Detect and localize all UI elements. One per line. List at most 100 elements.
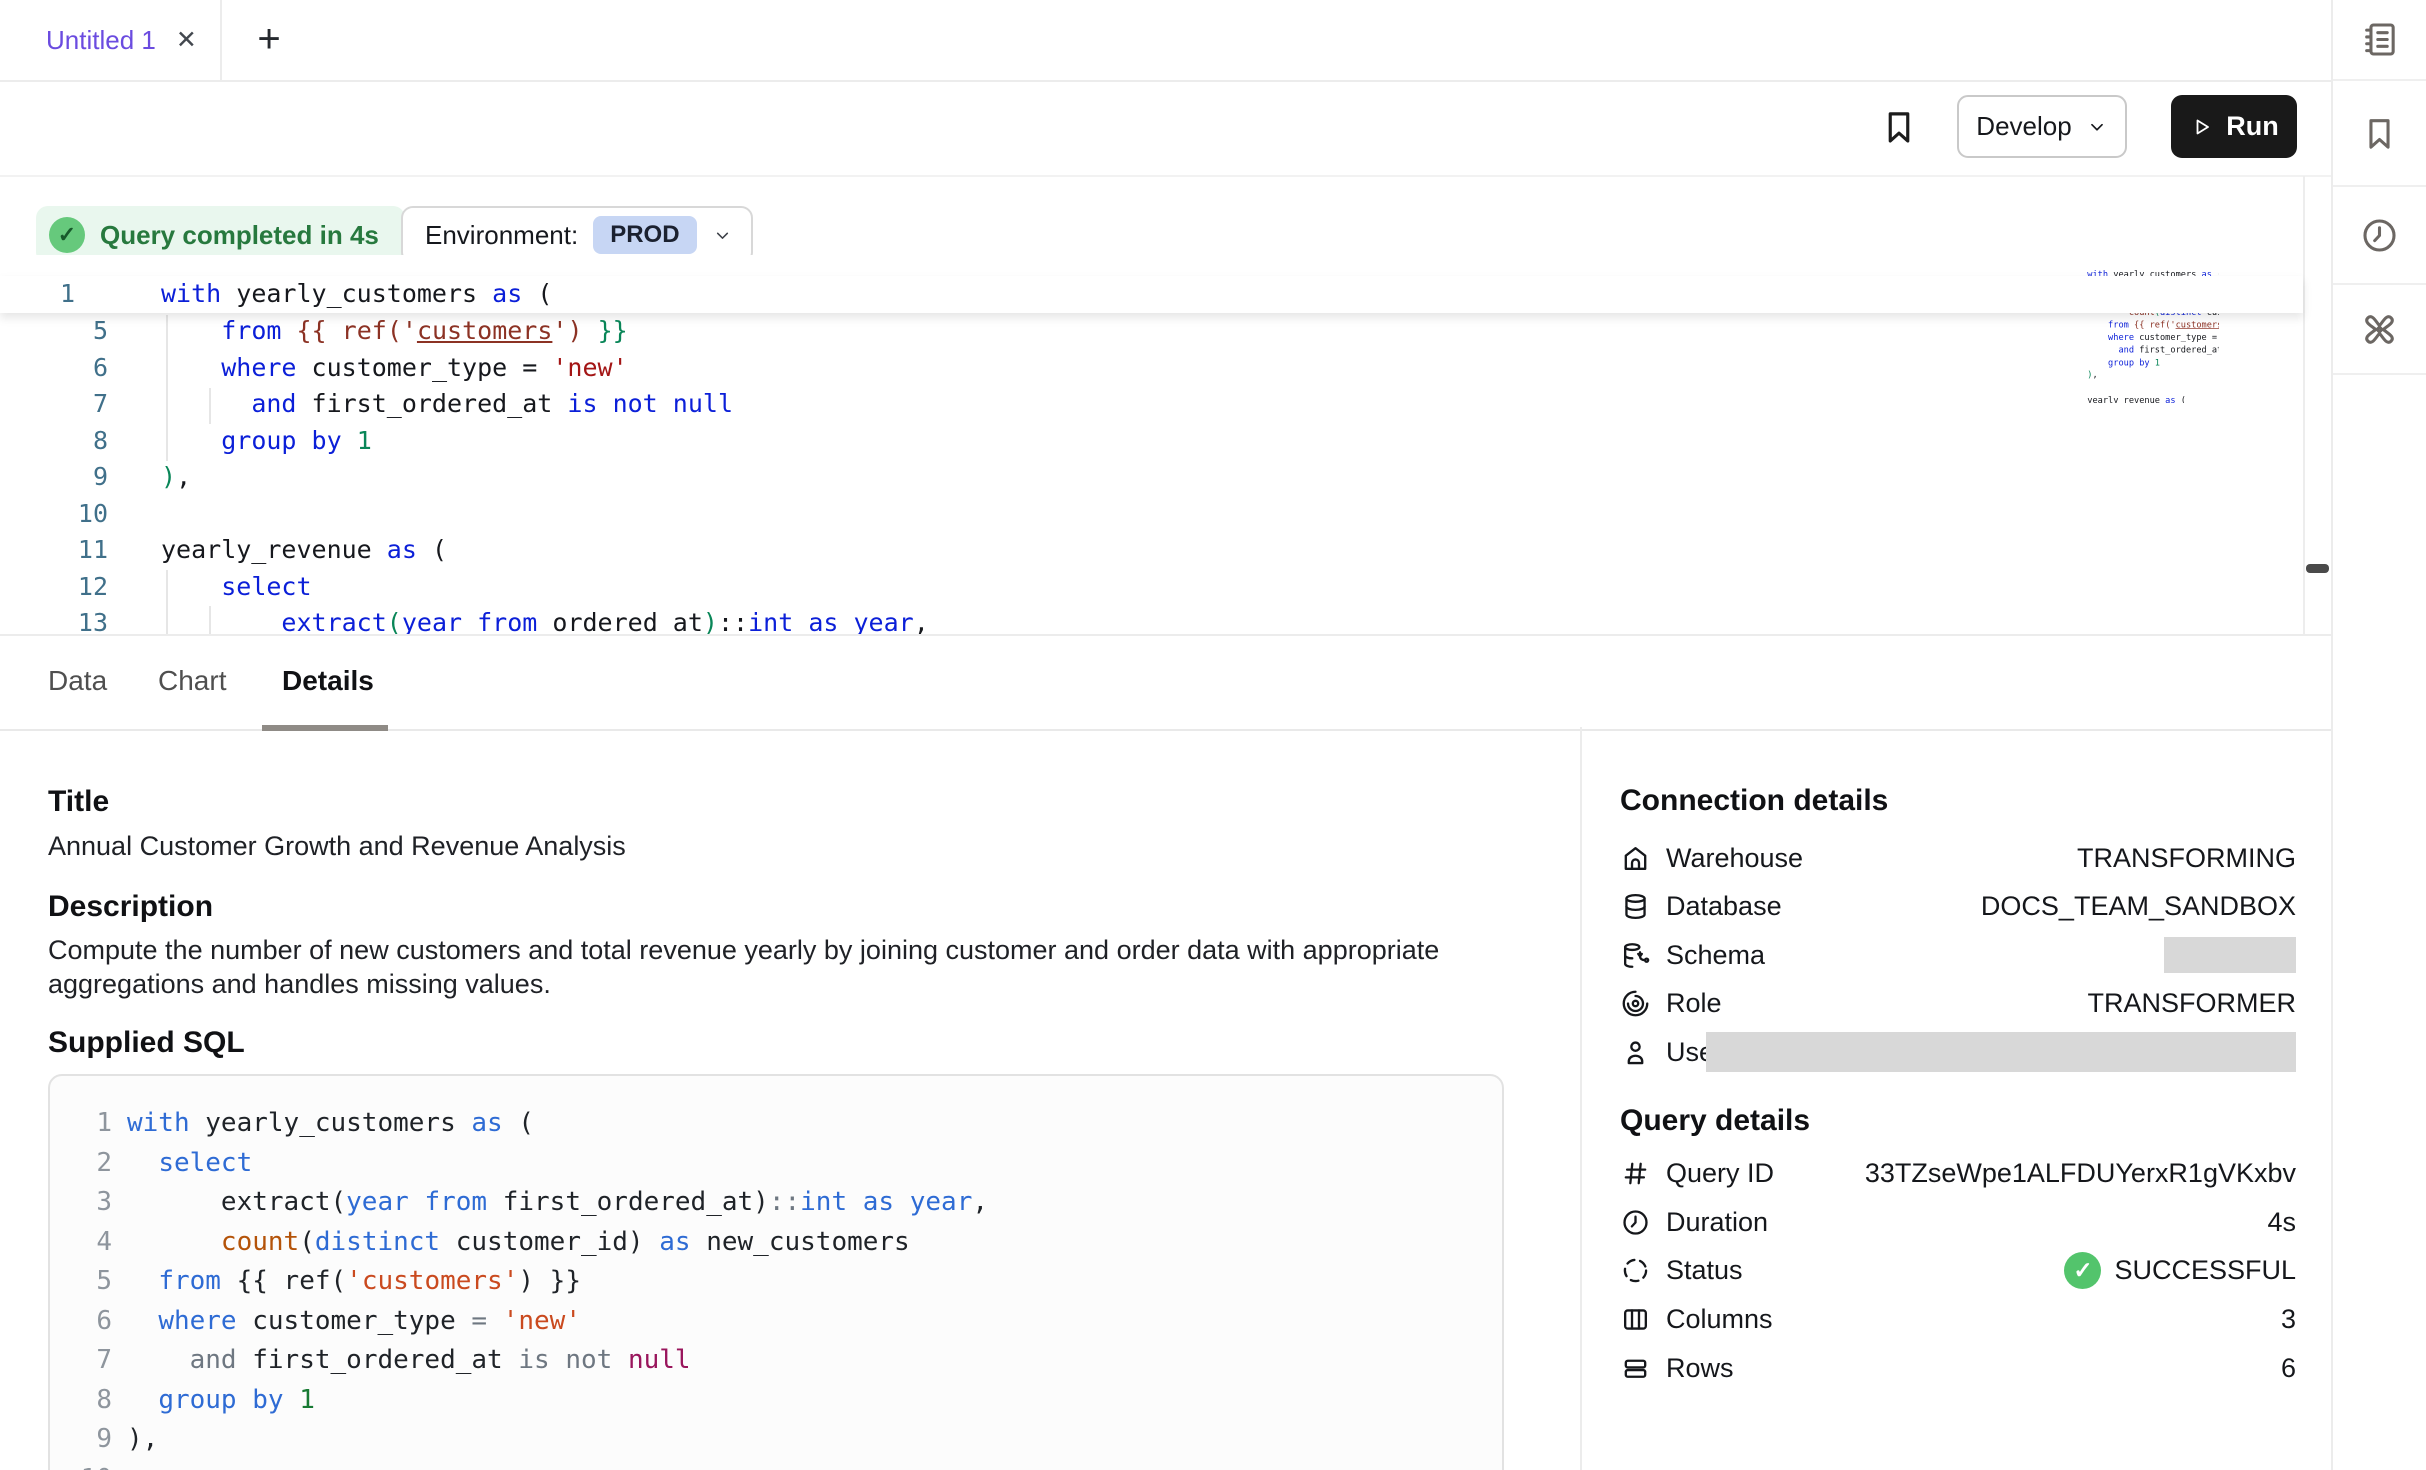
editor-line[interactable]: 5 from {{ ref('customers') }}	[0, 313, 2280, 350]
line-number: 8	[0, 423, 108, 460]
minimap-line	[2069, 381, 2121, 394]
editor-scrollbar-thumb[interactable]	[2306, 564, 2329, 573]
notebook-icon	[2359, 19, 2400, 60]
detail-label: Warehouse	[1666, 843, 1803, 874]
line-number: 10	[0, 496, 108, 533]
result-tab-bar: Data Chart Details	[0, 634, 2331, 731]
tab-chart[interactable]: Chart	[158, 636, 226, 729]
editor-lines[interactable]: 5 from {{ ref('customers') }}6 where cus…	[0, 313, 2280, 636]
tab-bar: Untitled 1 ✕ +	[0, 0, 2331, 82]
line-number: 3	[66, 1183, 112, 1223]
editor-sticky-line[interactable]: 1with yearly_customers as (	[0, 276, 2303, 313]
user-icon	[1620, 1037, 1651, 1068]
line-number: 9	[66, 1420, 112, 1460]
sql-line: 8 group by 1	[66, 1381, 1502, 1421]
warehouse-icon	[1620, 843, 1651, 874]
minimap-line: from {{ ref('customers') }}	[2069, 318, 2121, 331]
line-number: 1	[0, 276, 108, 313]
description-value: Compute the number of new customers and …	[48, 933, 1443, 1001]
line-number: 10	[66, 1460, 112, 1470]
sql-line: 4 count(distinct customer_id) as new_cus…	[66, 1223, 1502, 1263]
develop-label: Develop	[1976, 111, 2071, 142]
run-button[interactable]: Run	[2171, 95, 2297, 158]
description-heading: Description	[48, 890, 213, 924]
spinner-icon	[1620, 1255, 1651, 1286]
environment-label: Environment:	[425, 220, 578, 251]
title-value: Annual Customer Growth and Revenue Analy…	[48, 831, 626, 862]
editor-line[interactable]: 7 and first_ordered_at is not null	[0, 386, 2280, 423]
check-circle-icon: ✓	[2064, 1252, 2101, 1289]
lineage-panel-button[interactable]	[2333, 285, 2426, 375]
develop-dropdown[interactable]: Develop	[1957, 95, 2127, 158]
sql-line: 10	[66, 1460, 1502, 1470]
detail-value: 3	[2281, 1304, 2296, 1335]
sql-line: 1with yearly_customers as (	[66, 1104, 1502, 1144]
detail-row-query-id: Query ID 33TZseWpe1ALFDUYerxR1gVKxbv	[1620, 1151, 2296, 1195]
detail-label: Query ID	[1666, 1158, 1774, 1189]
line-number: 13	[0, 605, 108, 636]
editor-line[interactable]: 11yearly_revenue as (	[0, 532, 2280, 569]
close-icon[interactable]: ✕	[176, 28, 197, 53]
detail-label: Status	[1666, 1255, 1743, 1286]
tab-title: Untitled 1	[46, 25, 156, 56]
connection-details-heading: Connection details	[1620, 784, 1888, 818]
sql-editor[interactable]: 5 from {{ ref('customers') }}6 where cus…	[0, 255, 2331, 636]
title-heading: Title	[48, 785, 109, 819]
details-panel: Title Annual Customer Growth and Revenue…	[0, 727, 2426, 1470]
supplied-sql-heading: Supplied SQL	[48, 1026, 245, 1060]
chevron-down-icon	[2086, 116, 2108, 138]
line-number: 7	[66, 1341, 112, 1381]
redacted-value	[1706, 1032, 2296, 1072]
line-number: 5	[0, 313, 108, 350]
detail-label: Columns	[1666, 1304, 1773, 1335]
detail-value: 6	[2281, 1353, 2296, 1384]
sql-ide-window: Untitled 1 ✕ + Develop Run ✓ Query c	[0, 0, 2426, 1470]
bookmark-icon	[1878, 100, 1920, 154]
panel-divider	[1580, 727, 1582, 1470]
editor-line[interactable]: 9),	[0, 459, 2280, 496]
editor-line[interactable]: 13 extract(year from ordered_at)::int as…	[0, 605, 2280, 636]
worksheet-tab-untitled-1[interactable]: Untitled 1 ✕	[0, 0, 222, 80]
editor-line[interactable]: 12 select	[0, 569, 2280, 606]
sql-line: 5 from {{ ref('customers') }}	[66, 1262, 1502, 1302]
detail-value: TRANSFORMING	[2077, 843, 2296, 874]
detail-row-rows: Rows6	[1620, 1346, 2296, 1390]
editor-line[interactable]: 10	[0, 496, 2280, 533]
detail-value: 4s	[2267, 1207, 2296, 1238]
history-panel-button[interactable]	[2333, 187, 2426, 285]
check-circle-icon: ✓	[49, 217, 85, 253]
bookmark-button[interactable]	[1878, 100, 1920, 154]
detail-value: DOCS_TEAM_SANDBOX	[1981, 891, 2296, 922]
supplied-sql-block: 1with yearly_customers as (2 select3 ext…	[48, 1074, 1504, 1470]
toolbar: Develop Run	[0, 80, 2331, 177]
detail-value: 33TZseWpe1ALFDUYerxR1gVKxbv	[1865, 1158, 2296, 1189]
minimap-line: ),	[2069, 369, 2121, 382]
line-number: 6	[0, 350, 108, 387]
tab-details[interactable]: Details	[282, 636, 374, 729]
detail-label: Schema	[1666, 940, 1765, 971]
editor-line[interactable]: 1with yearly_customers as (	[0, 276, 552, 313]
detail-row-schema: Schema	[1620, 933, 2296, 977]
sql-line: 7 and first_ordered_at is not null	[66, 1341, 1502, 1381]
lineage-icon	[2359, 309, 2400, 350]
editor-line[interactable]: 6 where customer_type = 'new'	[0, 350, 2280, 387]
redacted-value	[2164, 937, 2296, 973]
sql-line: 3 extract(year from first_ordered_at)::i…	[66, 1183, 1502, 1223]
query-status-text: Query completed in 4s	[100, 220, 379, 251]
bookmarks-panel-button[interactable]	[2333, 81, 2426, 187]
editor-line[interactable]: 8 group by 1	[0, 423, 2280, 460]
minimap-line: group by 1	[2069, 356, 2121, 369]
detail-value: TRANSFORMER	[2088, 988, 2297, 1019]
sql-line: 2 select	[66, 1144, 1502, 1184]
sql-line: 6 where customer_type = 'new'	[66, 1302, 1502, 1342]
columns-icon	[1620, 1304, 1651, 1335]
tab-data[interactable]: Data	[48, 636, 107, 729]
editor-scrollbar-track[interactable]	[2303, 176, 2305, 634]
line-number: 11	[0, 532, 108, 569]
clock-icon	[1620, 1207, 1651, 1238]
line-number: 6	[66, 1302, 112, 1342]
play-icon	[2189, 115, 2213, 139]
new-tab-button[interactable]: +	[234, 0, 304, 78]
sql-line: 9),	[66, 1420, 1502, 1460]
notebook-panel-button[interactable]	[2333, 0, 2426, 81]
